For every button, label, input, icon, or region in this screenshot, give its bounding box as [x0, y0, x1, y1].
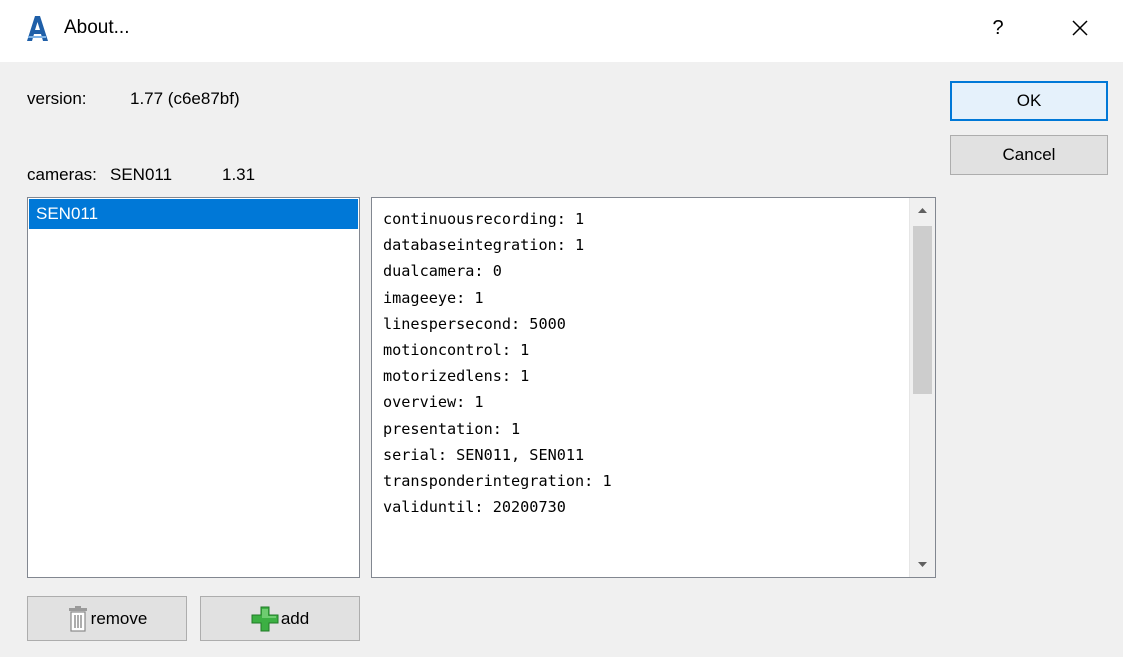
ok-button[interactable]: OK [950, 81, 1108, 121]
detail-line: ================================ [383, 573, 676, 578]
cameras-value: SEN011 [110, 165, 173, 184]
version-value: 1.77 (c6e87bf) [130, 89, 240, 108]
app-logo-icon [27, 16, 48, 41]
cameras-number: 1.31 [222, 165, 256, 184]
detail-line: imageeye: 1 [383, 288, 484, 307]
window-title: About... [64, 17, 130, 38]
detail-line: continuousrecording: 1 [383, 210, 585, 228]
add-button[interactable]: add [200, 596, 360, 641]
title-bar: About... ? [0, 0, 1123, 62]
scroll-up-arrow-icon[interactable] [910, 198, 935, 222]
remove-button-label: remove [90, 609, 148, 628]
cameras-label: cameras: [27, 165, 97, 184]
add-button-label: add [280, 609, 310, 628]
detail-line [383, 547, 676, 573]
remove-button[interactable]: remove [27, 596, 187, 641]
scroll-down-arrow-icon[interactable] [910, 553, 935, 577]
list-item[interactable]: SEN011 [29, 199, 358, 229]
detail-line: dualcamera: 0 [383, 262, 502, 281]
detail-line: presentation: 1 [383, 419, 521, 438]
detail-line: motioncontrol: 1 [383, 341, 530, 360]
detail-line: databaseintegration: 1 [383, 236, 585, 255]
scroll-thumb[interactable] [913, 226, 932, 394]
details-text-lines: continuousrecording: 1 databaseintegratio… [383, 206, 676, 578]
detail-line [383, 520, 676, 546]
plus-icon [251, 606, 279, 631]
detail-line: overview: 1 [383, 393, 484, 412]
trash-icon [68, 605, 87, 632]
detail-line: linespersecond: 5000 [383, 314, 566, 333]
help-button[interactable]: ? [982, 12, 1014, 44]
close-icon[interactable] [1062, 10, 1098, 46]
camera-details-text[interactable]: continuousrecording: 1 databaseintegratio… [371, 197, 936, 578]
detail-line: validuntil: 20200730 [383, 498, 566, 517]
version-label: version: [27, 89, 87, 108]
detail-line: transponderintegration: 1 [383, 472, 612, 491]
vertical-scrollbar[interactable] [909, 198, 935, 577]
detail-line: motorizedlens: 1 [383, 367, 530, 386]
detail-line: serial: SEN011, SEN011 [383, 445, 585, 464]
cancel-button[interactable]: Cancel [950, 135, 1108, 175]
camera-list[interactable]: SEN011 [27, 197, 360, 578]
